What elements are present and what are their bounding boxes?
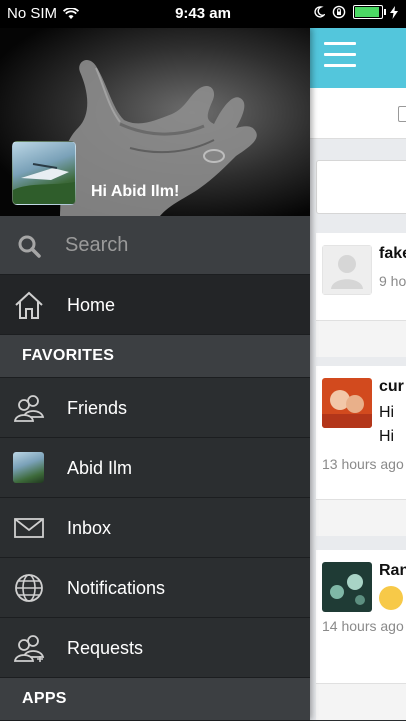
side-menu: Hi Abid Ilm! Search Home FAVORITES Frien… — [0, 28, 310, 721]
post-text: Hi — [379, 428, 395, 445]
orientation-lock-icon — [332, 5, 346, 19]
profile-greeting[interactable]: Hi Abid Ilm! — [91, 183, 179, 201]
section-header-favorites: FAVORITES — [0, 335, 310, 378]
menu-label: Inbox — [67, 518, 112, 538]
section-header-apps: APPS — [0, 678, 310, 721]
menu-item-friends[interactable]: Friends — [0, 378, 310, 438]
avatar — [322, 562, 372, 612]
menu-label: Notifications — [67, 578, 166, 598]
battery-fill — [355, 7, 379, 17]
feed-post[interactable]: Ran 14 hours ago — [316, 550, 406, 720]
friend-requests-icon — [13, 635, 45, 662]
profile-header: Hi Abid Ilm! — [0, 28, 310, 216]
search-input[interactable]: Search — [0, 216, 310, 275]
post-actions — [316, 683, 406, 720]
charging-bolt-icon — [390, 5, 398, 19]
feed-post[interactable]: fake 9 ho — [316, 233, 406, 357]
feed-panel: fake 9 ho cur Hi Hi 13 hours ago Ran 14 … — [310, 28, 406, 720]
menu-item-profile[interactable]: Abid Ilm — [0, 438, 310, 498]
edit-icon[interactable] — [398, 106, 406, 122]
friends-icon — [13, 395, 45, 422]
post-text: Hi — [379, 404, 395, 421]
menu-label: Requests — [67, 638, 144, 658]
menu-item-home[interactable]: Home — [0, 275, 310, 335]
feed-tabstrip — [310, 88, 406, 139]
status-bar: No SIM 9:43 am — [0, 0, 406, 28]
globe-icon — [15, 574, 43, 602]
profile-avatar[interactable] — [12, 141, 76, 205]
menu-item-inbox[interactable]: Inbox — [0, 498, 310, 558]
moon-icon — [314, 6, 325, 18]
post-author[interactable]: fake — [379, 245, 406, 263]
post-author[interactable]: cur — [379, 378, 404, 396]
envelope-icon — [14, 518, 44, 538]
post-author[interactable]: Ran — [379, 562, 406, 580]
status-right — [313, 5, 398, 19]
menu-label: Home — [67, 295, 116, 315]
post-time: 9 ho — [379, 273, 406, 289]
post-time: 13 hours ago — [322, 456, 404, 472]
menu-label: Abid Ilm — [67, 458, 133, 478]
section-title: FAVORITES — [22, 347, 115, 364]
hamburger-menu-icon[interactable] — [324, 42, 356, 70]
search-placeholder: Search — [65, 234, 129, 256]
search-icon — [18, 235, 41, 258]
menu-item-requests[interactable]: Requests — [0, 618, 310, 678]
post-actions — [316, 320, 406, 357]
grinning-face-icon — [379, 586, 403, 610]
default-avatar-icon — [322, 245, 372, 295]
feed-post[interactable]: cur Hi Hi 13 hours ago — [316, 366, 406, 536]
post-actions — [316, 499, 406, 536]
post-time: 14 hours ago — [322, 618, 404, 634]
home-icon — [15, 291, 43, 319]
battery-icon — [353, 5, 386, 19]
section-title: APPS — [22, 690, 67, 707]
menu-label: Friends — [67, 398, 128, 418]
avatar — [322, 378, 372, 428]
menu-item-notifications[interactable]: Notifications — [0, 558, 310, 618]
avatar — [13, 452, 44, 483]
status-composer[interactable] — [316, 160, 406, 214]
feed-topbar — [310, 28, 406, 88]
